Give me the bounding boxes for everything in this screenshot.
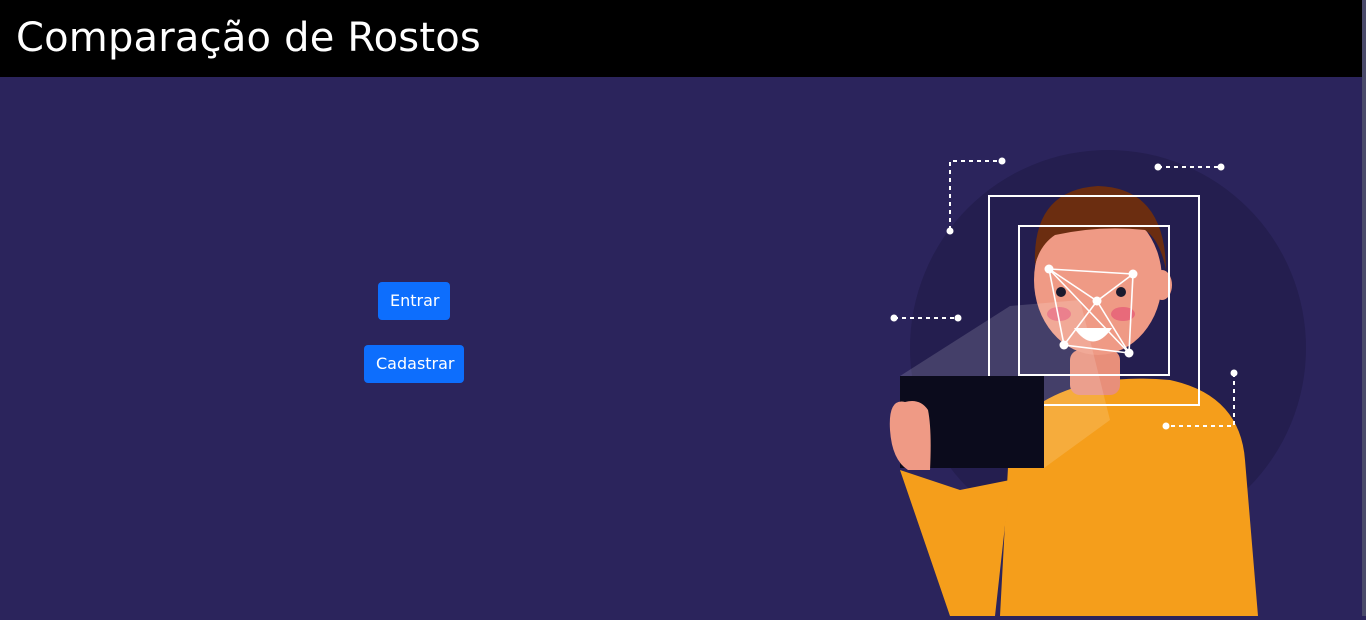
scrollbar[interactable] (1362, 0, 1366, 616)
face-recognition-illustration (860, 130, 1340, 616)
page-title: Comparação de Rostos (16, 15, 481, 61)
login-button[interactable]: Entrar (378, 282, 450, 320)
register-button[interactable]: Cadastrar (364, 345, 464, 383)
app-header: Comparação de Rostos (0, 0, 1366, 77)
